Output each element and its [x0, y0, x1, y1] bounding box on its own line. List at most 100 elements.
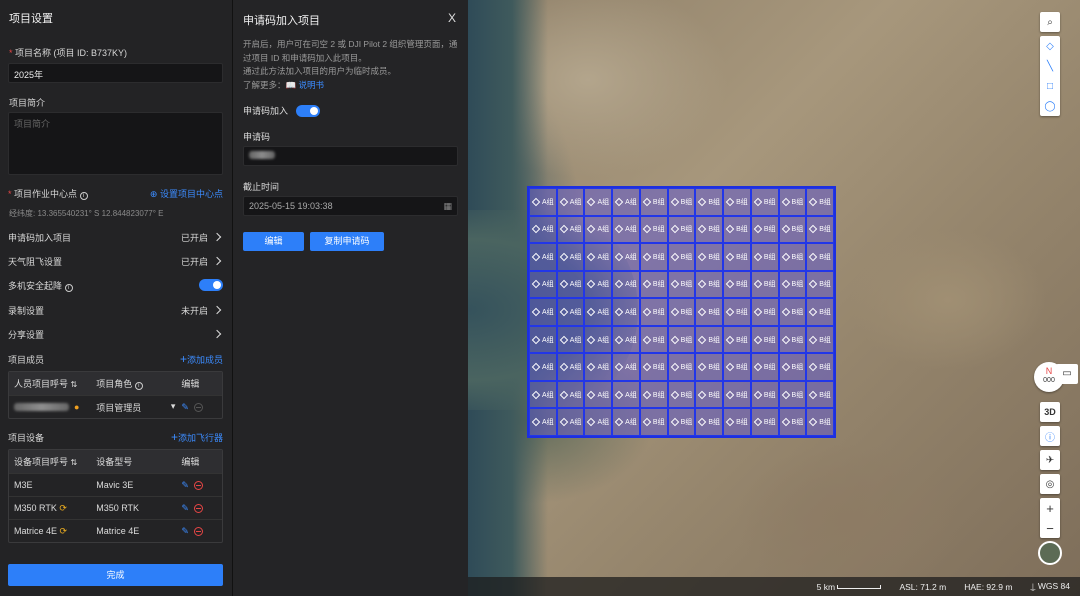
sort-icon[interactable]: ⇅ — [71, 458, 78, 467]
grid-cell[interactable]: B组 — [695, 325, 724, 354]
3d-toggle-button[interactable]: 3D — [1040, 402, 1060, 422]
grid-cell[interactable]: B组 — [723, 298, 751, 326]
airplane-icon[interactable]: ✈ — [1040, 450, 1060, 470]
settings-row-weather[interactable]: 天气阻飞设置 已开启 — [8, 254, 223, 268]
grid-cell[interactable]: B组 — [778, 270, 807, 299]
grid-cell[interactable]: A组 — [612, 325, 640, 354]
edit-button[interactable]: 编辑 — [243, 232, 304, 251]
zoom-out-button[interactable]: − — [1040, 518, 1060, 538]
pin-icon[interactable]: ◇ — [1040, 36, 1060, 56]
project-intro-textarea[interactable]: 项目简介 — [8, 112, 223, 175]
grid-cell[interactable]: A组 — [529, 380, 557, 409]
grid-cell[interactable]: A组 — [584, 188, 613, 216]
grid-cell[interactable]: A组 — [584, 298, 613, 326]
grid-cell[interactable]: B组 — [695, 298, 724, 326]
grid-cell[interactable]: B组 — [778, 353, 807, 381]
sort-icon[interactable]: ⇅ — [71, 380, 78, 389]
copy-code-button[interactable]: 复制申请码 — [310, 232, 384, 251]
grid-cell[interactable]: B组 — [667, 353, 696, 381]
grid-cell[interactable]: B组 — [639, 408, 668, 436]
grid-cell[interactable]: B组 — [639, 298, 668, 326]
edit-icon[interactable]: ✎ — [181, 526, 189, 537]
grid-cell[interactable]: B组 — [695, 408, 724, 436]
grid-cell[interactable]: B组 — [806, 325, 834, 354]
grid-cell[interactable]: A组 — [529, 325, 557, 354]
grid-cell[interactable]: B组 — [778, 215, 807, 244]
grid-cell[interactable]: B组 — [695, 353, 724, 381]
grid-cell[interactable]: B组 — [667, 270, 696, 299]
grid-cell[interactable]: B组 — [723, 408, 751, 436]
grid-cell[interactable]: B组 — [695, 270, 724, 299]
grid-cell[interactable]: B组 — [750, 380, 779, 409]
grid-cell[interactable]: A组 — [556, 380, 585, 409]
line-icon[interactable]: ╲ — [1040, 56, 1060, 76]
grid-cell[interactable]: B组 — [750, 298, 779, 326]
edit-icon[interactable]: ✎ — [181, 402, 189, 413]
grid-cell[interactable]: A组 — [612, 215, 640, 244]
grid-cell[interactable]: B组 — [639, 243, 668, 271]
remove-icon[interactable] — [193, 526, 203, 536]
grid-cell[interactable]: B组 — [806, 353, 834, 381]
grid-cell[interactable]: A组 — [612, 380, 640, 409]
add-member-button[interactable]: +添加成员 — [180, 352, 223, 366]
done-button[interactable]: 完成 — [8, 564, 223, 586]
project-name-input[interactable]: 2025年 — [8, 63, 223, 83]
grid-cell[interactable]: B组 — [723, 325, 751, 354]
grid-cell[interactable]: B组 — [639, 353, 668, 381]
grid-cell[interactable]: A组 — [584, 353, 613, 381]
set-center-button[interactable]: ⊕ 设置项目中心点 — [150, 187, 223, 200]
grid-cell[interactable]: B组 — [667, 380, 696, 409]
grid-cell[interactable]: B组 — [667, 408, 696, 436]
add-device-button[interactable]: +添加飞行器 — [171, 430, 223, 444]
settings-row-share[interactable]: 分享设置 — [8, 327, 223, 341]
grid-cell[interactable]: B组 — [639, 270, 668, 299]
grid-cell[interactable]: B组 — [723, 270, 751, 299]
flight-area-grid[interactable]: A组 A组 A组 A组 B组 B组 B组 B组 B组 B组 B组 A组 A组 A组 A组 B组 B组 B组 B组 B组… — [527, 186, 836, 438]
grid-cell[interactable]: A组 — [584, 215, 613, 244]
basemap-switch[interactable] — [1038, 541, 1062, 565]
grid-cell[interactable]: B组 — [806, 270, 834, 299]
remove-icon[interactable] — [193, 480, 203, 490]
grid-cell[interactable]: B组 — [750, 215, 779, 244]
search-icon[interactable]: ⌕ — [1040, 12, 1060, 32]
grid-cell[interactable]: A组 — [529, 408, 557, 436]
grid-cell[interactable]: B组 — [750, 408, 779, 436]
grid-cell[interactable]: B组 — [750, 270, 779, 299]
zoom-in-button[interactable]: + — [1040, 498, 1060, 518]
message-icon[interactable]: ▭ — [1056, 364, 1078, 384]
grid-cell[interactable]: A组 — [529, 215, 557, 244]
grid-cell[interactable]: A组 — [584, 408, 613, 436]
grid-cell[interactable]: B组 — [806, 243, 834, 271]
grid-cell[interactable]: B组 — [723, 188, 751, 216]
grid-cell[interactable]: B组 — [667, 188, 696, 216]
manual-link[interactable]: 📖 说明书 — [286, 80, 324, 90]
settings-row-apply-code[interactable]: 申请码加入项目 已开启 — [8, 230, 223, 244]
grid-cell[interactable]: A组 — [556, 298, 585, 326]
grid-cell[interactable]: A组 — [529, 298, 557, 326]
grid-cell[interactable]: B组 — [667, 325, 696, 354]
grid-cell[interactable]: B组 — [778, 325, 807, 354]
grid-cell[interactable]: A组 — [556, 270, 585, 299]
grid-cell[interactable]: B组 — [750, 188, 779, 216]
grid-cell[interactable]: A组 — [556, 188, 585, 216]
grid-cell[interactable]: B组 — [778, 298, 807, 326]
grid-cell[interactable]: A组 — [556, 325, 585, 354]
grid-cell[interactable]: B组 — [695, 243, 724, 271]
grid-cell[interactable]: B组 — [723, 215, 751, 244]
apply-code-toggle[interactable] — [296, 104, 321, 117]
grid-cell[interactable]: B组 — [667, 243, 696, 271]
grid-cell[interactable]: B组 — [750, 325, 779, 354]
grid-cell[interactable]: B组 — [778, 408, 807, 436]
grid-cell[interactable]: B组 — [723, 380, 751, 409]
grid-cell[interactable]: A组 — [612, 298, 640, 326]
grid-cell[interactable]: A组 — [612, 243, 640, 271]
grid-cell[interactable]: B组 — [639, 188, 668, 216]
grid-cell[interactable]: B组 — [639, 325, 668, 354]
info-circle-icon[interactable]: ⓘ — [1040, 426, 1060, 446]
grid-cell[interactable]: B组 — [806, 380, 834, 409]
grid-cell[interactable]: B组 — [806, 298, 834, 326]
grid-cell[interactable]: B组 — [750, 243, 779, 271]
grid-cell[interactable]: A组 — [529, 188, 557, 216]
role-select[interactable]: 项目管理员 ▾ — [96, 401, 181, 414]
grid-cell[interactable]: A组 — [529, 270, 557, 299]
